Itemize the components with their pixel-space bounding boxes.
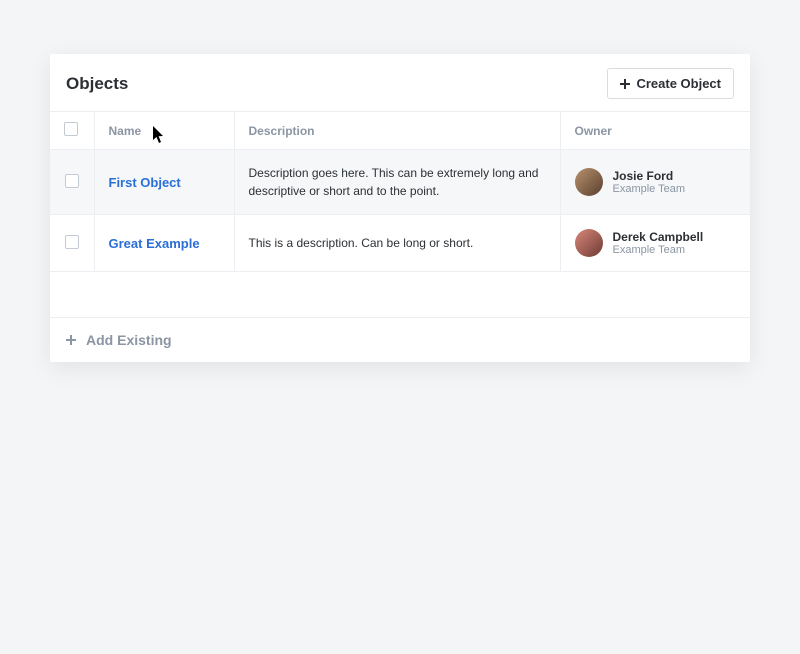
column-header-owner[interactable]: Owner bbox=[560, 112, 750, 150]
row-checkbox[interactable] bbox=[65, 235, 79, 249]
column-header-description[interactable]: Description bbox=[234, 112, 560, 150]
column-header-description-label: Description bbox=[249, 124, 315, 138]
owner-team: Example Team bbox=[613, 244, 704, 256]
plus-icon bbox=[620, 79, 630, 89]
object-name-link[interactable]: First Object bbox=[109, 175, 181, 190]
owner-team: Example Team bbox=[613, 183, 686, 195]
avatar bbox=[575, 168, 603, 196]
object-name-link[interactable]: Great Example bbox=[109, 236, 200, 251]
create-object-button[interactable]: Create Object bbox=[607, 68, 734, 99]
row-checkbox[interactable] bbox=[65, 174, 79, 188]
panel-title: Objects bbox=[66, 74, 128, 94]
objects-panel: Objects Create Object Name Description O… bbox=[50, 54, 750, 362]
column-header-owner-label: Owner bbox=[575, 124, 612, 138]
column-header-name[interactable]: Name bbox=[94, 112, 234, 150]
object-description: This is a description. Can be long or sh… bbox=[249, 234, 546, 252]
panel-header: Objects Create Object bbox=[50, 54, 750, 111]
add-existing-button[interactable]: Add Existing bbox=[50, 318, 750, 362]
object-description: Description goes here. This can be extre… bbox=[249, 164, 546, 200]
owner-cell: Josie Ford Example Team bbox=[575, 168, 737, 196]
column-header-name-label: Name bbox=[109, 124, 142, 138]
table-row[interactable]: Great Example This is a description. Can… bbox=[50, 215, 750, 272]
owner-name: Josie Ford bbox=[613, 169, 686, 183]
column-header-checkbox bbox=[50, 112, 94, 150]
objects-table: Name Description Owner First Object bbox=[50, 111, 750, 318]
owner-name: Derek Campbell bbox=[613, 230, 704, 244]
create-object-label: Create Object bbox=[636, 76, 721, 91]
avatar bbox=[575, 229, 603, 257]
select-all-checkbox[interactable] bbox=[64, 122, 78, 136]
add-existing-label: Add Existing bbox=[86, 332, 172, 348]
plus-icon bbox=[66, 335, 76, 345]
table-spacer bbox=[50, 272, 750, 318]
table-header-row: Name Description Owner bbox=[50, 112, 750, 150]
owner-cell: Derek Campbell Example Team bbox=[575, 229, 737, 257]
table-row[interactable]: First Object Description goes here. This… bbox=[50, 150, 750, 215]
